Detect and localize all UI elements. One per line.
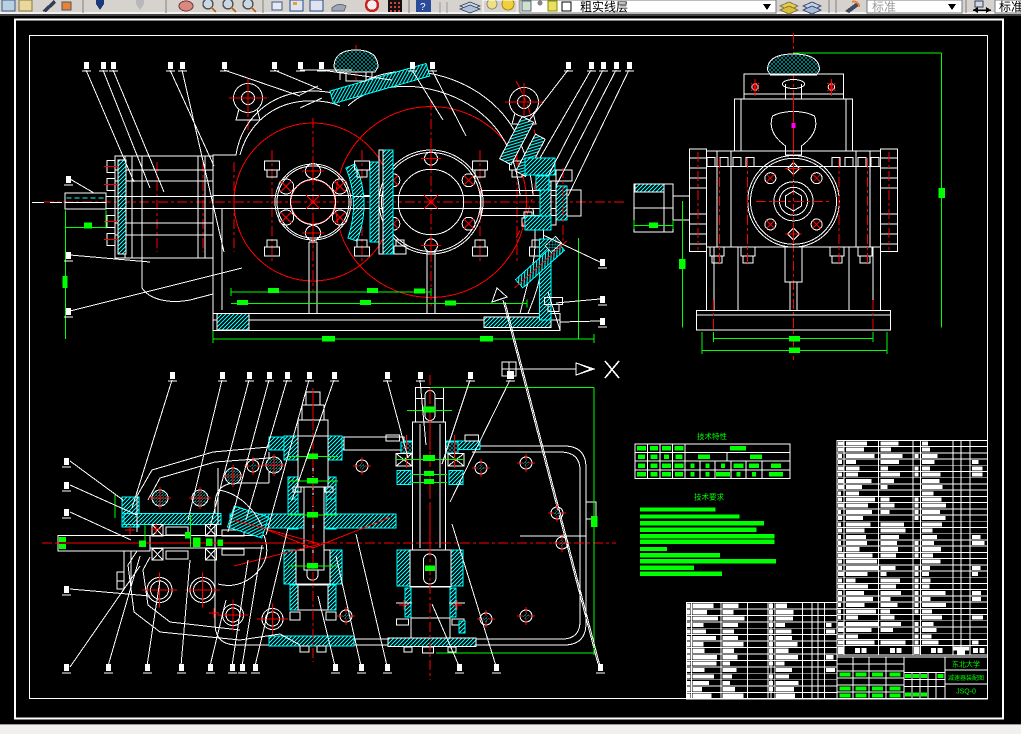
svg-text:JSQ-0: JSQ-0 (956, 689, 976, 696)
svg-text:粗实线层: 粗实线层 (580, 0, 628, 14)
svg-text:?: ? (420, 2, 426, 13)
svg-text:东北大学: 东北大学 (952, 660, 980, 669)
svg-text:技术特性: 技术特性 (697, 431, 727, 441)
svg-text:标准: 标准 (872, 0, 896, 14)
svg-text:技术要求: 技术要求 (694, 492, 724, 502)
svg-text:标准: 标准 (999, 0, 1021, 14)
svg-text:减速器装配图: 减速器装配图 (948, 674, 984, 682)
